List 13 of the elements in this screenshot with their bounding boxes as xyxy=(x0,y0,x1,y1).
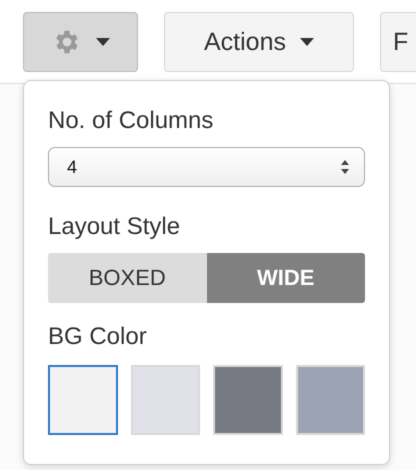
stepper-icon xyxy=(340,159,350,175)
layout-option[interactable]: WIDE xyxy=(206,253,365,303)
dropdown-button[interactable]: Actions xyxy=(164,12,354,72)
columns-select[interactable]: 4 xyxy=(48,147,365,187)
field-label: BG Color xyxy=(48,323,148,351)
field-label: Layout Style xyxy=(48,213,182,241)
layout-option[interactable]: BOXED xyxy=(48,253,206,303)
toolbar-button[interactable]: F xyxy=(380,12,416,72)
caret-icon xyxy=(300,38,314,46)
settings-button[interactable] xyxy=(23,12,138,72)
caret-icon xyxy=(96,38,110,46)
field-label: No. of Columns xyxy=(48,107,214,135)
color-swatch[interactable] xyxy=(48,365,118,435)
